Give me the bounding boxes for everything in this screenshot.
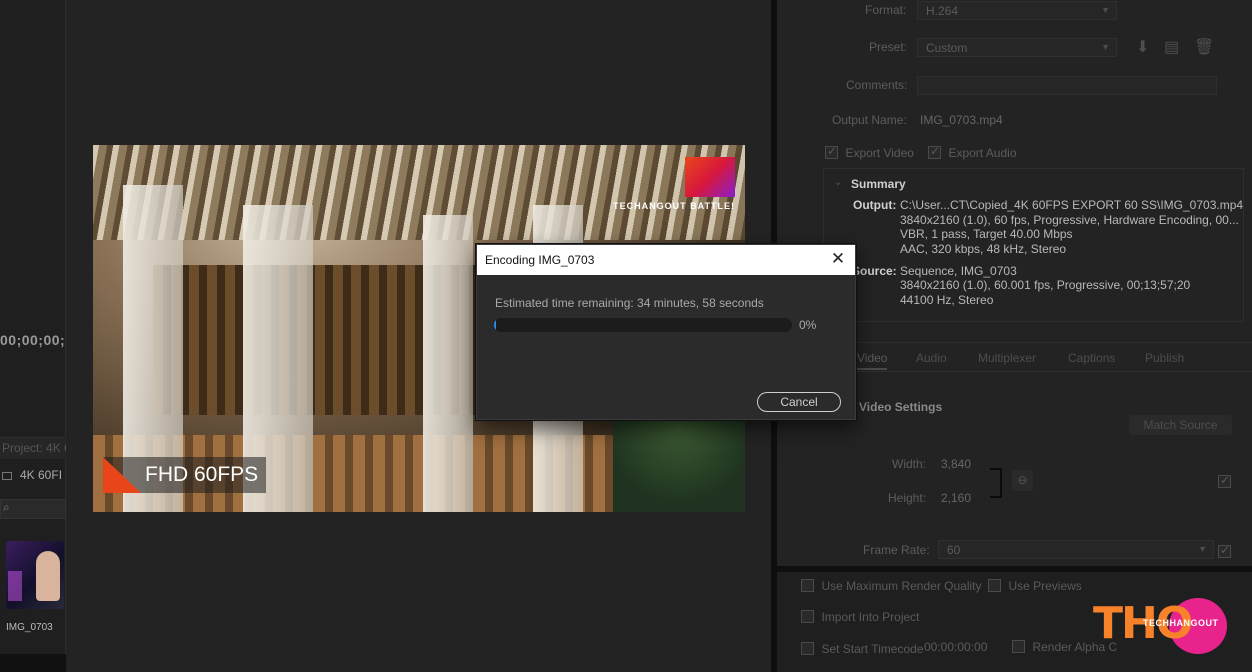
frame-rate-checkbox[interactable] (1218, 543, 1231, 561)
tab-multiplexer[interactable]: Multiplexer (978, 351, 1036, 365)
preset-dropdown[interactable]: Custom ▼ (917, 38, 1117, 57)
summary-output-line: 3840x2160 (1.0), 60 fps, Progressive, Ha… (900, 213, 1239, 227)
summary-output-key: Output: (853, 198, 897, 212)
export-video-checkbox[interactable]: Export Video (825, 144, 914, 162)
set-start-timecode-label: Set Start Timecode (821, 642, 924, 656)
comments-label: Comments: (846, 78, 908, 92)
summary-source-key: Source: (852, 264, 897, 278)
comments-input[interactable] (917, 76, 1217, 95)
summary-source-line: 44100 Hz, Stereo (900, 293, 994, 307)
bin-icon (2, 471, 12, 480)
clip-thumbnail[interactable] (6, 541, 64, 609)
time-remaining-text: Estimated time remaining: 34 minutes, 58… (495, 296, 764, 310)
link-icon[interactable]: ⊖ (1012, 470, 1033, 491)
checkbox-icon (801, 610, 814, 624)
bin-label: 4K 60FI (20, 468, 63, 482)
sequence-timecode: 00;00;00; (0, 332, 66, 348)
progress-fill (494, 318, 496, 332)
tab-video[interactable]: Video (857, 351, 888, 370)
output-name-link[interactable]: IMG_0703.mp4 (920, 113, 1003, 127)
chevron-down-icon: ▼ (1101, 42, 1110, 52)
start-timecode-value[interactable]: 00:00:00:00 (924, 640, 987, 654)
watermark-text: TECHANGOUT BATTLE! (613, 201, 735, 211)
checkbox-icon (801, 579, 814, 593)
summary-output-line: AAC, 320 kbps, 48 kHz, Stereo (900, 242, 1067, 256)
summary-source-line: Sequence, IMG_0703 (900, 264, 1017, 278)
summary-output-line: C:\User...CT\Copied_4K 60FPS EXPORT 60 S… (900, 198, 1244, 212)
export-audio-label: Export Audio (948, 146, 1017, 160)
format-dropdown[interactable]: H.264 ▼ (917, 1, 1117, 20)
dialog-title: Encoding IMG_0703 (485, 253, 595, 267)
checkbox-icon (1012, 640, 1025, 654)
set-start-timecode-checkbox[interactable]: Set Start Timecode (801, 640, 924, 658)
width-label: Width: (892, 457, 927, 471)
match-source-button[interactable]: Match Source (1129, 415, 1232, 435)
tab-captions[interactable]: Captions (1068, 351, 1115, 365)
format-value: H.264 (926, 4, 959, 18)
save-preset-icon[interactable]: ⬇ (1136, 37, 1149, 57)
progress-percent: 0% (799, 318, 817, 332)
checkbox-icon (928, 144, 941, 160)
import-into-project-checkbox[interactable]: Import Into Project (801, 608, 920, 626)
export-audio-checkbox[interactable]: Export Audio (928, 144, 1017, 162)
checkbox-icon (1218, 473, 1231, 489)
checkbox-icon (1218, 543, 1231, 559)
preset-value: Custom (926, 41, 968, 55)
chevron-down-icon: ▼ (1198, 544, 1207, 554)
use-previews-checkbox[interactable]: Use Previews (988, 577, 1082, 595)
fhd-badge: FHD 60FPS (103, 457, 267, 493)
cancel-button[interactable]: Cancel (757, 392, 841, 412)
chevron-down-icon: ▼ (1101, 5, 1110, 15)
tab-publish[interactable]: Publish (1145, 351, 1184, 365)
summary-output-line: VBR, 1 pass, Target 40.00 Mbps (900, 227, 1073, 241)
clip-name: IMG_0703 (6, 622, 53, 633)
import-preset-icon[interactable]: ▤ (1164, 37, 1179, 57)
project-tab[interactable]: Project: 4K 60 (0, 437, 66, 459)
max-render-quality-label: Use Maximum Render Quality (821, 579, 982, 593)
summary-source-line: 3840x2160 (1.0), 60.001 fps, Progressive… (900, 278, 1191, 292)
summary-heading: Summary (851, 177, 906, 191)
width-value[interactable]: 3,840 (941, 457, 971, 471)
collapse-arrow-icon[interactable]: ⌄ (834, 177, 842, 188)
close-icon[interactable]: ✕ (829, 250, 847, 268)
project-search-input[interactable]: ⌕ (0, 499, 66, 519)
width-checkbox[interactable] (1218, 473, 1231, 491)
format-label: Format: (865, 3, 907, 17)
encoding-dialog: Encoding IMG_0703 ✕ Estimated time remai… (476, 244, 856, 420)
output-name-label: Output Name: (832, 113, 907, 127)
import-into-project-label: Import Into Project (821, 610, 920, 624)
video-settings-heading: Video Settings (859, 400, 943, 414)
checkbox-icon (988, 579, 1001, 593)
export-video-label: Export Video (845, 146, 914, 160)
encoding-progress-bar (494, 318, 792, 332)
channel-logo: THO TECHHANGOUT (1093, 598, 1228, 654)
frame-rate-value: 60 (947, 543, 961, 557)
max-render-quality-checkbox[interactable]: Use Maximum Render Quality (801, 577, 982, 595)
checkbox-icon (825, 144, 838, 160)
checkbox-icon (801, 642, 814, 656)
preset-label: Preset: (869, 40, 908, 54)
height-value[interactable]: 2,160 (941, 491, 971, 505)
watermark-logo (685, 157, 735, 197)
use-previews-label: Use Previews (1008, 579, 1082, 593)
dimension-bracket (990, 468, 1002, 498)
badge-text: FHD 60FPS (145, 463, 259, 486)
frame-rate-label: Frame Rate: (863, 543, 930, 557)
badge-triangle-icon (103, 457, 141, 493)
height-label: Height: (888, 491, 927, 505)
frame-rate-dropdown[interactable]: 60 ▼ (938, 540, 1214, 559)
delete-preset-icon[interactable]: 🗑 (1194, 37, 1214, 57)
left-bottom-bar (0, 654, 66, 672)
logo-subtext: TECHHANGOUT (1143, 618, 1219, 628)
tab-audio[interactable]: Audio (916, 351, 947, 365)
bin-row[interactable]: 4K 60FI (0, 468, 66, 492)
